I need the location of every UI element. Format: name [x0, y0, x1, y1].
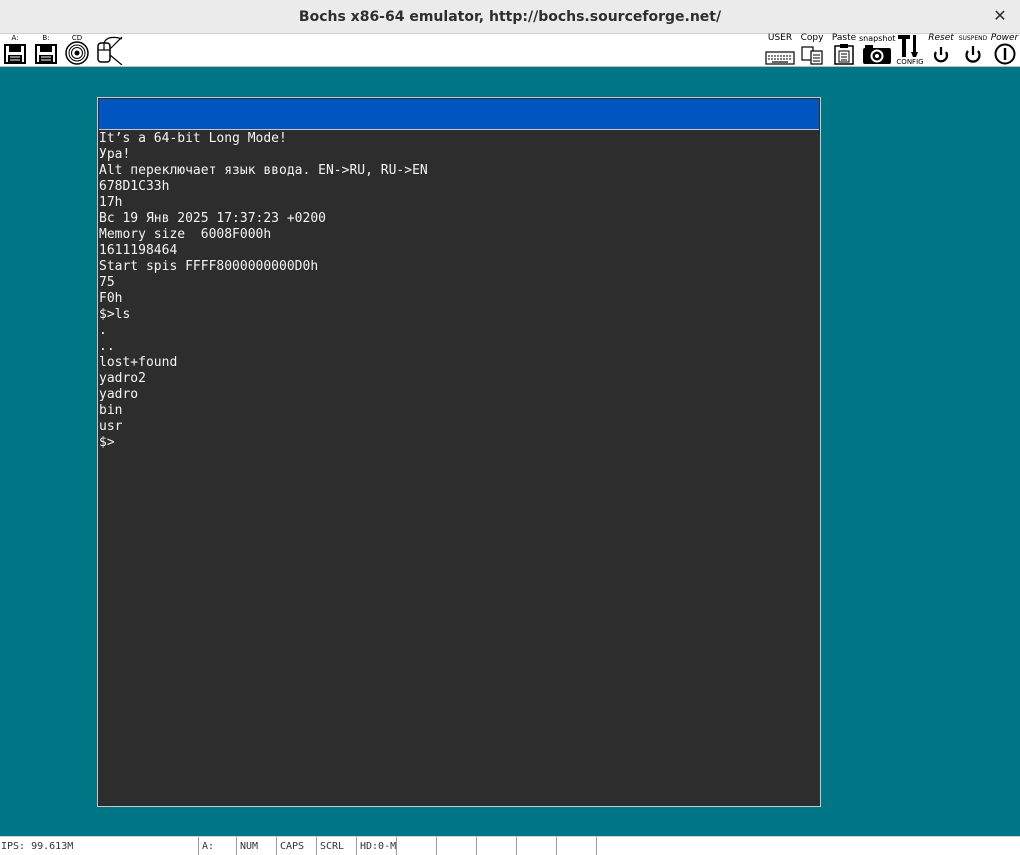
config-button[interactable]: CONFIG — [895, 34, 925, 66]
console-line: It’s a 64-bit Long Mode! — [99, 131, 287, 146]
power-caption: Power — [990, 33, 1019, 43]
copy-icon — [801, 46, 823, 65]
console-output: It’s a 64-bit Long Mode! Ура! Alt переключ… — [99, 131, 818, 451]
floppy-disk-icon — [35, 44, 57, 64]
config-tools-icon — [898, 35, 918, 57]
suspend-caption: SUSPEND — [958, 35, 988, 42]
status-slot — [396, 837, 436, 855]
bochs-toolbar: A: B: CD USER Copy Paste snapshot CONFIG… — [0, 34, 1020, 67]
console-line: $>ls — [99, 307, 131, 322]
user-keys-button[interactable]: USER — [764, 34, 796, 66]
console-line: Ура! — [99, 147, 131, 162]
floppy-b-button[interactable]: B: — [31, 34, 61, 66]
paste-caption: Paste — [831, 33, 857, 43]
bochs-window: Bochs x86-64 emulator, http://bochs.sour… — [0, 0, 1020, 855]
cdrom-button[interactable]: CD — [62, 34, 92, 66]
console-line: 17h — [99, 195, 123, 210]
reset-icon — [933, 47, 949, 63]
console-line: 1611198464 — [99, 243, 178, 258]
close-button[interactable]: ✕ — [988, 5, 1012, 29]
console-line: Memory size 6008F000h — [99, 227, 272, 242]
floppy-b-caption: B: — [42, 34, 50, 42]
console-prompt: $> — [99, 435, 115, 450]
power-button[interactable]: Power — [989, 34, 1020, 66]
snapshot-button[interactable]: snapshot — [859, 34, 896, 66]
console-line: Вс 19 Янв 2025 17:37:23 +0200 — [99, 211, 326, 226]
status-slot — [556, 837, 596, 855]
console-line: lost+found — [99, 355, 178, 370]
console-line: bin — [99, 403, 123, 418]
config-caption: CONFIG — [896, 58, 924, 66]
floppy-indicator: A: — [198, 837, 236, 855]
console-line: Alt переключает язык ввода. EN->RU, RU->… — [99, 163, 428, 178]
floppy-a-caption: A: — [11, 34, 19, 42]
console-line: Start spis FFFF8000000000D0h — [99, 259, 319, 274]
status-slot — [596, 837, 1020, 855]
console-line: yadro2 — [99, 371, 146, 386]
reset-button[interactable]: Reset — [925, 34, 957, 66]
snapshot-caption: snapshot — [859, 34, 896, 43]
console-line: F0h — [99, 291, 123, 306]
suspend-button[interactable]: SUSPEND — [957, 34, 989, 66]
copy-caption: Copy — [800, 33, 824, 43]
hard-disk-indicator: HD:0-M — [356, 837, 396, 855]
num-lock-indicator: NUM — [236, 837, 276, 855]
console-line: 678D1C33h — [99, 179, 170, 194]
power-icon — [994, 43, 1015, 65]
reset-caption: Reset — [928, 33, 954, 43]
console-line: .. — [99, 339, 115, 354]
suspend-icon — [965, 46, 981, 63]
status-bar: IPS: 99.613M A: NUM CAPS SCRL HD:0-M — [0, 836, 1020, 855]
ips-indicator: IPS: 99.613M — [1, 841, 74, 852]
console-line: 75 — [99, 275, 115, 290]
window-title: Bochs x86-64 emulator, http://bochs.sour… — [298, 9, 722, 25]
scroll-lock-indicator: SCRL — [316, 837, 356, 855]
console-line: yadro — [99, 387, 139, 402]
floppy-disk-icon — [4, 44, 26, 64]
console-line: . — [99, 323, 107, 338]
copy-button[interactable]: Copy — [798, 34, 826, 66]
title-bar[interactable]: Bochs x86-64 emulator, http://bochs.sour… — [0, 0, 1020, 34]
paste-button[interactable]: Paste — [830, 34, 858, 66]
console-header-bar — [99, 99, 819, 130]
user-caption: USER — [767, 33, 793, 43]
camera-icon — [863, 45, 891, 64]
clipboard-icon — [834, 44, 854, 65]
mouse-icon — [97, 36, 123, 65]
emulator-display[interactable]: It’s a 64-bit Long Mode! Ура! Alt переключ… — [97, 97, 821, 807]
mouse-capture-button[interactable] — [93, 34, 125, 66]
status-slot — [476, 837, 516, 855]
keyboard-icon — [765, 51, 795, 65]
status-slot — [436, 837, 476, 855]
caps-lock-indicator: CAPS — [276, 837, 316, 855]
floppy-a-button[interactable]: A: — [0, 34, 30, 66]
cdrom-disc-icon — [65, 41, 89, 65]
console-line: usr — [99, 419, 123, 434]
status-slot — [516, 837, 556, 855]
